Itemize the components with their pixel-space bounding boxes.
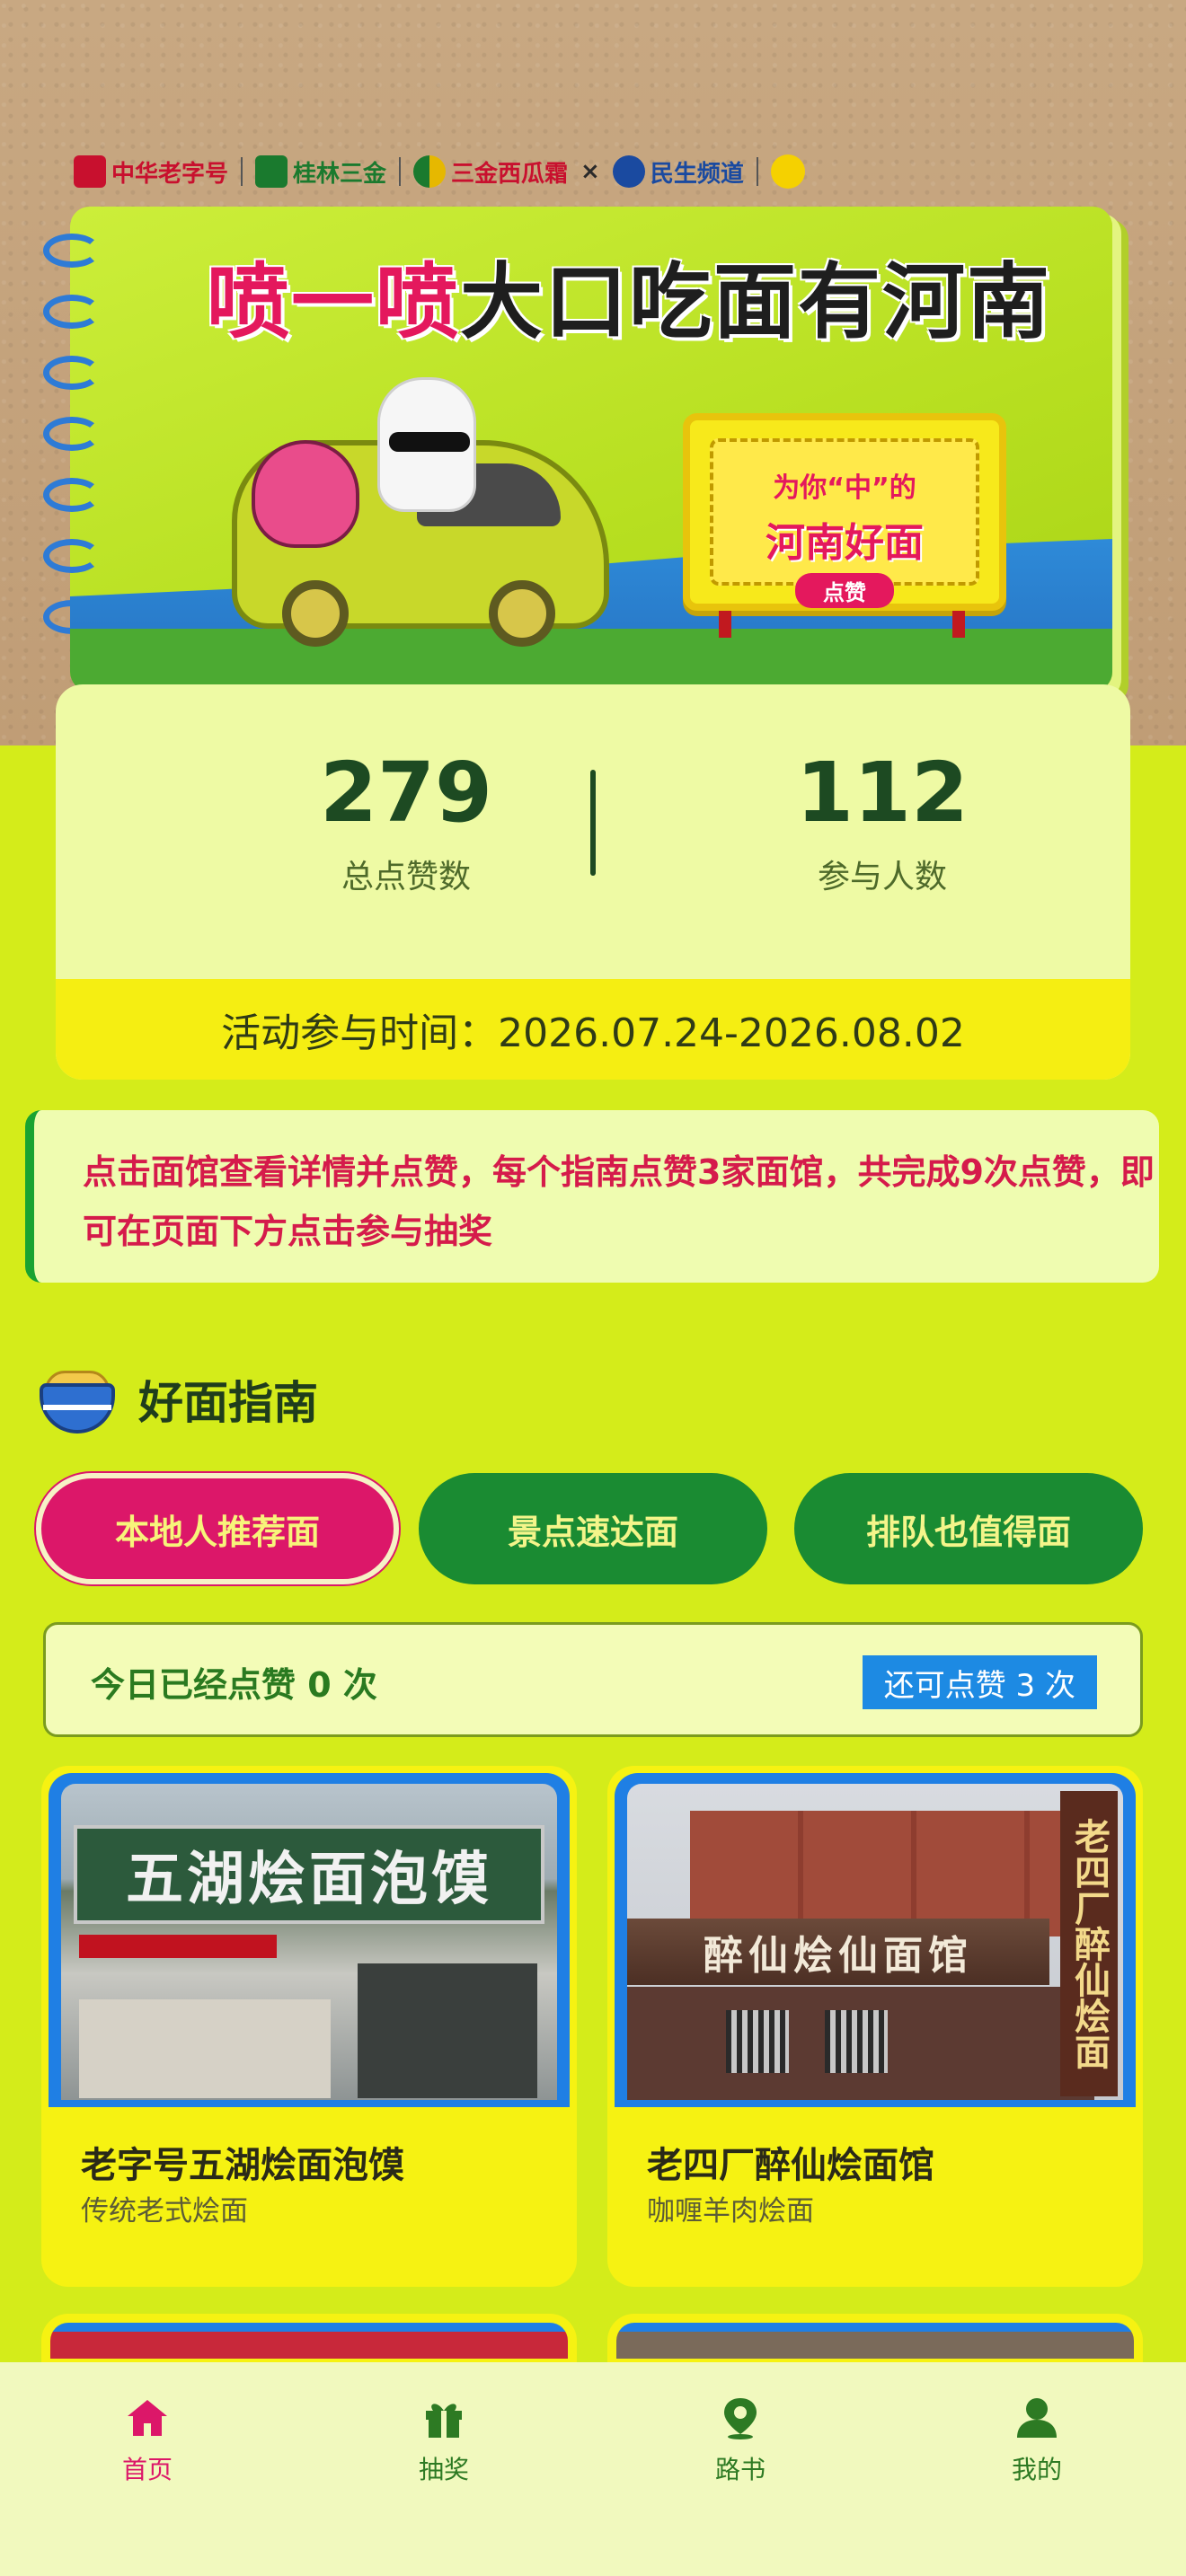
like-status-bar: 今日已经点赞 0 次 还可点赞 3 次: [43, 1622, 1143, 1737]
shop-banner: [79, 1935, 277, 1958]
sponsor-logo-4: 民生频道: [612, 155, 744, 189]
nav-home[interactable]: 首页: [58, 2395, 237, 2486]
sanjin-icon: [255, 155, 288, 188]
mascot-monster-icon: [252, 440, 359, 548]
restaurant-photo: 醉仙烩仙面馆 老四厂醉仙烩面: [615, 1773, 1136, 2107]
promo-sign: 为你“中”的 河南好面 点赞: [683, 413, 1006, 611]
user-icon: [1017, 2398, 1057, 2438]
likes-today: 今日已经点赞 0 次: [91, 1665, 377, 1705]
tab-local-recommend[interactable]: 本地人推荐面: [36, 1473, 399, 1584]
restaurant-name: 老字号五湖烩面泡馍: [81, 2145, 404, 2186]
partner-badge-icon: [770, 154, 805, 189]
map-pin-icon: [724, 2398, 757, 2439]
nav-roadbook[interactable]: 路书: [651, 2395, 830, 2486]
noodle-bowl-icon: [36, 1358, 119, 1441]
grass-graphic: [70, 629, 1112, 692]
sign-post: [952, 611, 965, 638]
minsheng-channel-icon: [612, 155, 645, 188]
restaurant-card[interactable]: 五湖烩面泡馍 老字号五湖烩面泡馍 传统老式烩面: [41, 1766, 577, 2287]
shop-sign: 五湖烩面泡馍: [74, 1825, 544, 1924]
sponsor-logos: 中华老字号 桂林三金 三金西瓜霜 × 民生频道: [74, 154, 805, 189]
nav-lottery[interactable]: 抽奖: [354, 2395, 534, 2486]
stat-divider: [590, 770, 596, 876]
restaurant-photo: 五湖烩面泡馍: [49, 1773, 570, 2107]
divider: [756, 157, 758, 186]
restaurant-desc: 传统老式烩面: [81, 2195, 248, 2228]
watermelon-frost-icon: [413, 155, 447, 188]
tab-worth-queue[interactable]: 排队也值得面: [794, 1473, 1143, 1584]
section-header: 好面指南: [36, 1354, 318, 1444]
sign-post: [719, 611, 731, 638]
time-honored-brand-icon: [74, 155, 106, 188]
home-icon: [128, 2400, 167, 2436]
restaurant-name: 老四厂醉仙烩面馆: [647, 2145, 934, 2186]
instructions-notice: 点击面馆查看详情并点赞，每个指南点赞3家面馆，共完成9次点赞，即可在页面下方点击…: [25, 1110, 1159, 1283]
stats-card: 279 总点赞数 112 参与人数 活动参与时间：2026.07.24-2026…: [56, 684, 1130, 1080]
hero-title: 喷一喷大口吃面有河南: [207, 254, 1052, 350]
shop-vertical-sign: 老四厂醉仙烩面: [1060, 1791, 1118, 2096]
divider: [241, 157, 243, 186]
nav-mine[interactable]: 我的: [947, 2395, 1127, 2486]
participants-stat: 112 参与人数: [795, 745, 969, 896]
cross-sign: ×: [580, 158, 600, 185]
mascot-chef-icon: [377, 377, 476, 512]
sponsor-logo-1: 中华老字号: [74, 155, 228, 189]
hero-banner: 中华老字号 桂林三金 三金西瓜霜 × 民生频道 喷一喷大口吃面有河南 为你“中”…: [0, 0, 1186, 745]
restaurant-desc: 咖喱羊肉烩面: [647, 2195, 814, 2228]
sponsor-logo-2: 桂林三金: [255, 155, 386, 189]
event-period: 活动参与时间：2026.07.24-2026.08.02: [56, 979, 1130, 1080]
sponsor-logo-3: 三金西瓜霜: [413, 155, 568, 189]
likes-remaining-badge: 还可点赞 3 次: [862, 1655, 1097, 1709]
restaurant-card[interactable]: 醉仙烩仙面馆 老四厂醉仙烩面 老四厂醉仙烩面馆 咖喱羊肉烩面: [607, 1766, 1143, 2287]
divider: [399, 157, 402, 186]
gift-icon: [426, 2404, 462, 2438]
shop-sign: 醉仙烩仙面馆: [627, 1919, 1049, 1985]
bottom-nav: 首页 抽奖 路书 我的: [0, 2362, 1186, 2576]
total-likes-stat: 279 总点赞数: [319, 745, 493, 896]
tab-scenic-quick[interactable]: 景点速达面: [419, 1473, 767, 1584]
section-title: 好面指南: [138, 1377, 318, 1429]
